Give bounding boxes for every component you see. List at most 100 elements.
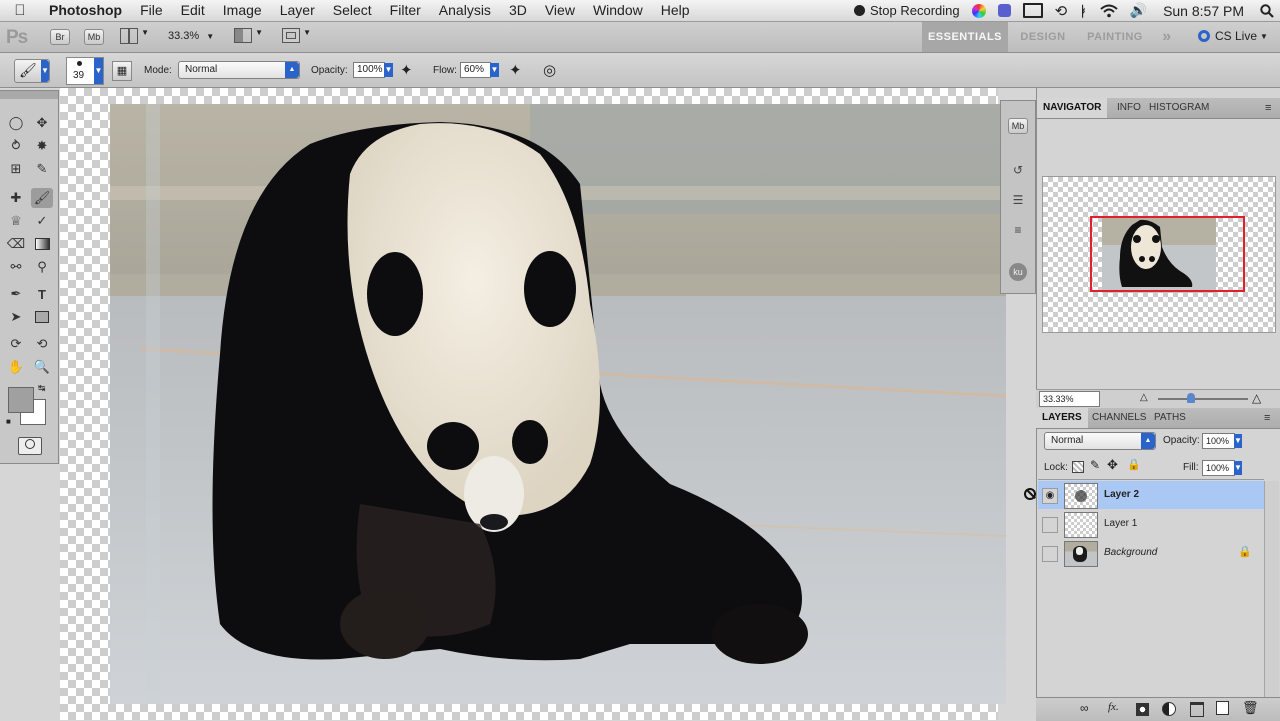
lock-pixels-icon[interactable]: ✎ (1090, 458, 1100, 472)
navigator-zoom-field[interactable]: 33.33% (1039, 391, 1100, 407)
layers-scrollbar[interactable] (1264, 481, 1279, 697)
layer-blend-mode-select[interactable]: Normal ▲ (1044, 432, 1156, 450)
panel-menu-icon[interactable]: ≡ (1259, 98, 1277, 118)
arrange-documents-button[interactable]: ▼ (234, 28, 263, 46)
actions-panel-button[interactable]: ≡ (1007, 219, 1029, 241)
tab-paths[interactable]: PATHS (1148, 408, 1192, 428)
bluetooth-icon[interactable]: ᛓ (1073, 3, 1093, 19)
screen-mode-button[interactable]: ▼ (282, 28, 311, 46)
fill-slider-button[interactable]: ▼ (1234, 461, 1242, 475)
workspace-essentials[interactable]: ESSENTIALS (922, 22, 1008, 52)
panel-menu-icon[interactable]: ≡ (1258, 408, 1276, 428)
tab-histogram[interactable]: HISTOGRAM (1143, 98, 1215, 118)
menu-analysis[interactable]: Analysis (430, 0, 500, 21)
airbrush-button[interactable]: ✦ (509, 61, 522, 79)
panda-photo[interactable] (110, 104, 1006, 704)
history-brush-tool-icon[interactable]: ✓ (31, 211, 53, 231)
marquee-tool-icon[interactable]: ◯ (5, 113, 27, 133)
menu-filter[interactable]: Filter (381, 0, 430, 21)
brush-tool-icon[interactable]: 🖌 (31, 188, 53, 208)
layer-visibility-toggle[interactable]: ◉ (1042, 488, 1058, 504)
workspace-painting[interactable]: PAINTING (1078, 22, 1152, 52)
volume-icon[interactable]: 🔊 (1124, 2, 1153, 19)
color-wheel-icon[interactable] (966, 3, 992, 18)
delete-layer-icon[interactable]: 🗑 (1242, 700, 1259, 716)
display-icon[interactable] (1017, 3, 1049, 18)
menubar-clock[interactable]: Sun 8:57 PM (1153, 3, 1254, 19)
zoom-in-icon[interactable]: △ (1252, 391, 1261, 405)
flow-slider-button[interactable]: ▼ (490, 63, 499, 77)
zoom-level-dropdown[interactable]: 33.3% ▼ (168, 30, 214, 42)
tab-navigator[interactable]: NAVIGATOR (1037, 98, 1108, 118)
link-layers-icon[interactable]: ∞ (1080, 701, 1089, 715)
menu-select[interactable]: Select (324, 0, 381, 21)
foreground-color-swatch[interactable] (8, 387, 34, 413)
lock-transparency-icon[interactable] (1072, 461, 1084, 473)
app-status-icon[interactable] (992, 4, 1017, 17)
menu-layer[interactable]: Layer (271, 0, 324, 21)
tab-info[interactable]: INFO (1111, 98, 1147, 118)
clone-stamp-tool-icon[interactable]: ♕ (5, 211, 27, 231)
new-layer-icon[interactable] (1216, 701, 1229, 715)
new-group-icon[interactable] (1190, 702, 1204, 717)
brush-preset-picker[interactable]: 39 ▼ (66, 57, 104, 85)
lasso-tool-icon[interactable]: ⥁ (5, 136, 27, 156)
navigator-zoom-slider-thumb[interactable] (1187, 393, 1195, 403)
layer-visibility-toggle[interactable] (1042, 546, 1058, 562)
3d-rotate-tool-icon[interactable]: ⟳ (5, 334, 27, 354)
blend-mode-select[interactable]: Normal ▲ (178, 61, 300, 79)
view-extras-button[interactable]: ▼ (120, 28, 149, 47)
pen-tool-icon[interactable]: ✒ (5, 284, 27, 304)
mini-bridge-panel-button[interactable]: Mb (1007, 115, 1029, 137)
swap-colors-icon[interactable]: ↹ (38, 383, 46, 394)
tool-preset-picker[interactable]: 🖌 ▼ (14, 59, 50, 83)
navigator-preview[interactable] (1042, 176, 1276, 333)
stop-recording-button[interactable]: Stop Recording (848, 3, 966, 18)
crop-tool-icon[interactable]: ⊞ (5, 159, 27, 179)
type-tool-icon[interactable]: T (31, 284, 53, 304)
toggle-brush-panel-button[interactable]: ▦ (112, 61, 132, 81)
zoom-tool-icon[interactable]: 🔍 (31, 357, 53, 377)
menu-app-name[interactable]: Photoshop (40, 0, 131, 21)
more-workspaces-button[interactable]: » (1154, 22, 1180, 52)
fill-field[interactable]: 100% (1202, 460, 1235, 476)
menu-window[interactable]: Window (584, 0, 652, 21)
tools-panel-header[interactable] (0, 91, 58, 99)
adjustments-panel-button[interactable]: ☰ (1007, 189, 1029, 211)
blur-tool-icon[interactable]: ⚯ (5, 257, 27, 277)
tablet-pressure-size-button[interactable]: ◎ (543, 61, 556, 79)
time-machine-icon[interactable]: ⟲ (1049, 2, 1074, 20)
menu-image[interactable]: Image (214, 0, 271, 21)
flow-field[interactable]: 60% (460, 62, 491, 78)
opacity-slider-button[interactable]: ▼ (384, 63, 393, 77)
menu-file[interactable]: File (131, 0, 172, 21)
layer-row-background[interactable]: Background 🔒 (1038, 539, 1264, 567)
wifi-icon[interactable] (1094, 4, 1124, 18)
menu-help[interactable]: Help (652, 0, 699, 21)
cs-live-button[interactable]: CS Live ▼ (1198, 29, 1268, 43)
layer-visibility-toggle[interactable] (1042, 517, 1058, 533)
adjustment-layer-icon[interactable] (1162, 702, 1176, 716)
layer-row-layer-1[interactable]: Layer 1 (1038, 510, 1264, 538)
zoom-out-icon[interactable]: △ (1140, 392, 1148, 403)
add-layer-mask-icon[interactable] (1136, 703, 1149, 716)
tablet-pressure-opacity-button[interactable]: ✦ (400, 61, 413, 79)
history-panel-button[interactable]: ↺ (1007, 159, 1029, 181)
hand-tool-icon[interactable]: ✋ (5, 357, 27, 377)
3d-orbit-tool-icon[interactable]: ⟲ (31, 334, 53, 354)
menu-edit[interactable]: Edit (172, 0, 214, 21)
default-colors-icon[interactable]: ■ (6, 417, 11, 426)
workspace-design[interactable]: DESIGN (1012, 22, 1074, 52)
gradient-tool-icon[interactable] (31, 234, 53, 254)
tab-layers[interactable]: LAYERS (1036, 408, 1088, 428)
dodge-tool-icon[interactable]: ⚲ (31, 257, 53, 277)
layer-row-layer-2[interactable]: ◉ Layer 2 (1038, 481, 1264, 509)
navigator-zoom-slider[interactable] (1158, 398, 1248, 400)
eraser-tool-icon[interactable]: ⌫ (5, 234, 27, 254)
layer-style-icon[interactable]: fx. (1108, 701, 1119, 713)
spotlight-search-icon[interactable] (1254, 3, 1280, 18)
rectangle-tool-icon[interactable] (31, 307, 53, 327)
move-tool-icon[interactable]: ✥ (31, 113, 53, 133)
apple-icon[interactable]:  (0, 2, 40, 19)
quick-selection-tool-icon[interactable]: ✸ (31, 136, 53, 156)
